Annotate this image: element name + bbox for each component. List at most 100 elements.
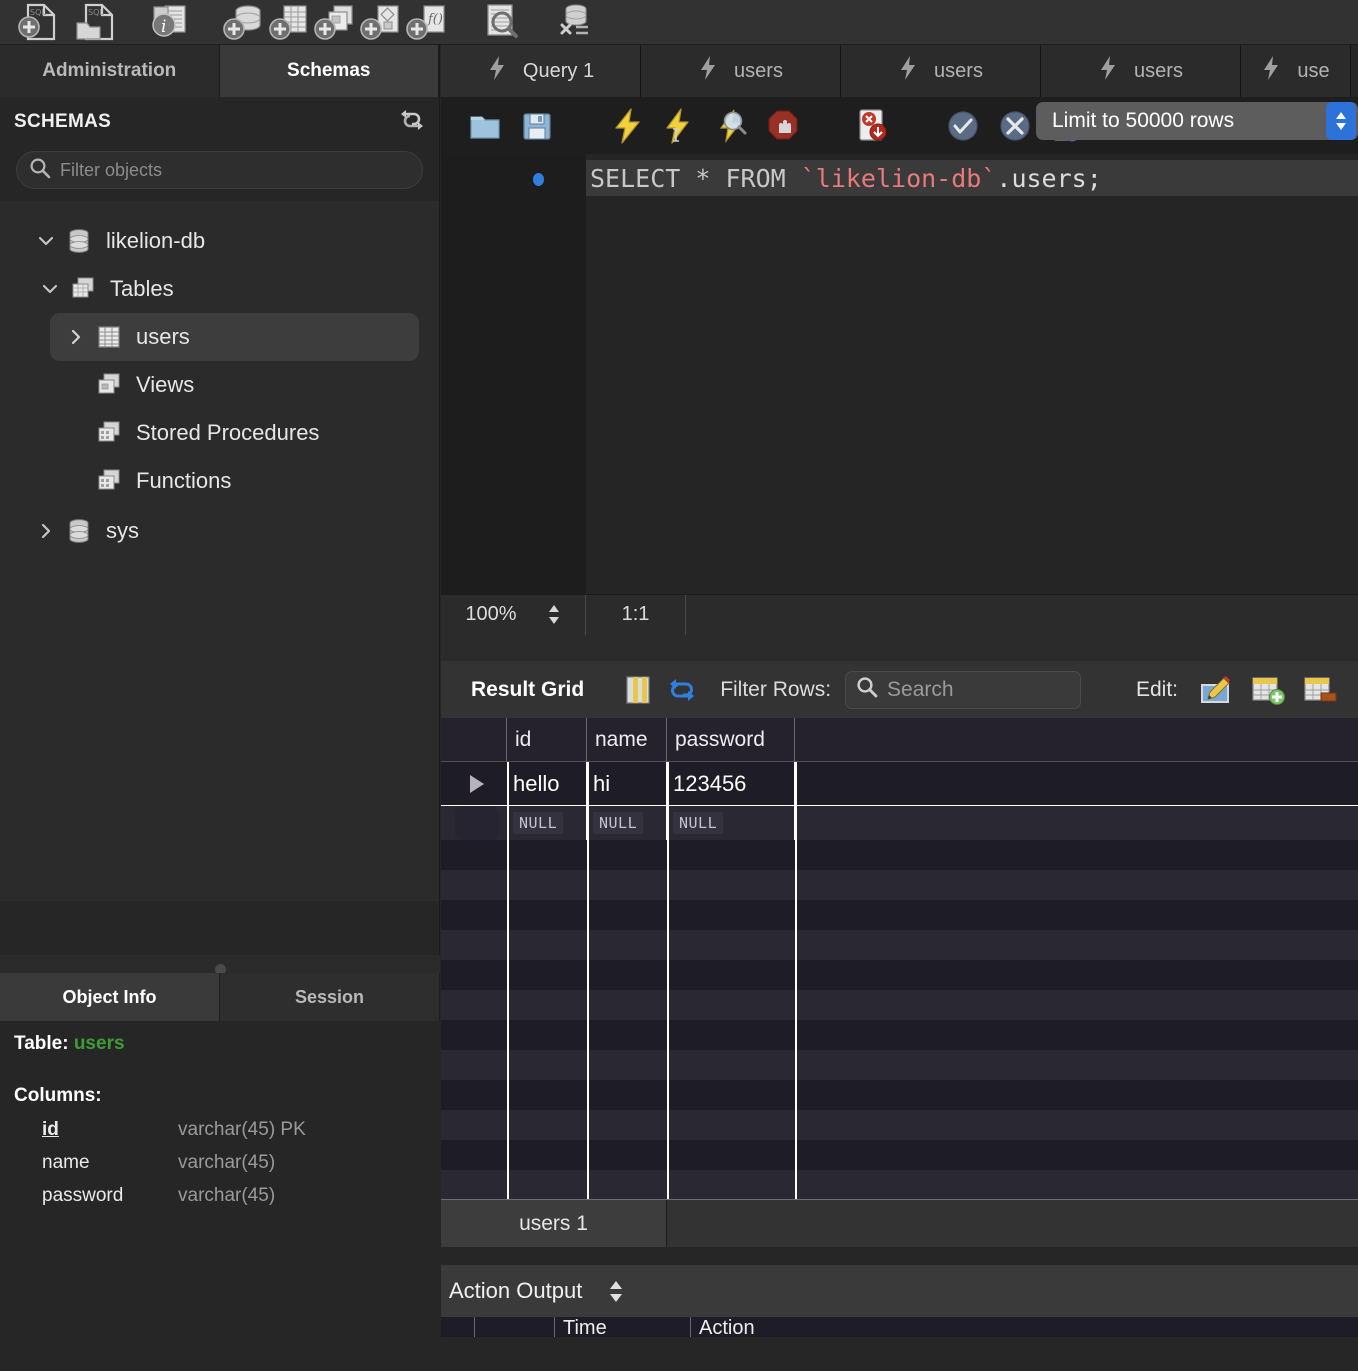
search-data-icon[interactable] <box>478 0 524 44</box>
cell-password-null[interactable]: NULL <box>667 806 795 840</box>
search-icon <box>856 676 878 703</box>
delete-row-icon[interactable] <box>1298 668 1342 712</box>
execute-current-statement-icon[interactable] <box>655 102 703 150</box>
filter-rows-input[interactable] <box>887 677 1159 702</box>
column-divider <box>667 762 669 1199</box>
execute-icon[interactable] <box>603 102 651 150</box>
table-row[interactable]: hello hi 123456 <box>441 762 1358 806</box>
cursor-position-indicator: 1:1 <box>586 594 686 635</box>
action-output-col-action: Action <box>699 1317 755 1337</box>
zoom-level-control[interactable]: 100% <box>441 594 586 635</box>
query-tab-query-1[interactable]: Query 1 <box>441 45 641 97</box>
edit-row-icon[interactable] <box>1194 668 1238 712</box>
open-sql-script-icon[interactable]: SQL <box>72 0 118 44</box>
object-info-table-label: Table: <box>14 1033 69 1054</box>
reconnect-dbms-icon[interactable] <box>552 0 598 44</box>
query-tab-label: users <box>934 59 983 82</box>
create-function-icon[interactable]: f() <box>404 0 450 44</box>
query-tab-users-2[interactable]: users <box>841 45 1041 97</box>
tree-item-stored-procedures[interactable]: Stored Procedures <box>50 409 419 457</box>
insert-row-icon[interactable] <box>1246 668 1290 712</box>
limit-rows-label: Limit to 50000 rows <box>1052 109 1235 132</box>
action-output-stepper[interactable] <box>608 1280 624 1303</box>
chevron-right-icon[interactable] <box>60 328 92 346</box>
cell-id[interactable]: hello <box>507 762 587 805</box>
result-tab-users-1[interactable]: users 1 <box>441 1200 667 1247</box>
tab-schemas[interactable]: Schemas <box>219 45 439 97</box>
folder-functions-icon <box>92 468 126 494</box>
rollback-icon[interactable] <box>991 102 1039 150</box>
grid-header-id[interactable]: id <box>507 718 587 761</box>
database-icon <box>62 517 96 545</box>
tree-item-label: Stored Procedures <box>136 420 320 445</box>
chevron-right-icon[interactable] <box>30 522 62 540</box>
query-tab-users-4[interactable]: use <box>1241 45 1351 97</box>
limit-rows-stepper[interactable] <box>1326 102 1356 140</box>
commit-icon[interactable] <box>939 102 987 150</box>
inspector-icon[interactable]: i <box>146 0 192 44</box>
filter-rows-search-box[interactable] <box>845 670 1159 709</box>
sql-editor-toolbar: Limit to 50000 rows <box>441 97 1358 154</box>
cell-filler <box>795 762 1358 805</box>
result-grid-title: Result Grid <box>471 677 585 701</box>
filter-objects-input[interactable] <box>60 159 410 181</box>
query-tab-users-1[interactable]: users <box>641 45 841 97</box>
empty-row <box>441 1170 1358 1199</box>
cell-name[interactable]: hi <box>587 762 667 805</box>
chevron-down-icon[interactable] <box>34 280 66 298</box>
search-icon <box>29 157 51 184</box>
null-badge: NULL <box>673 812 724 834</box>
tree-item-sys[interactable]: sys <box>20 507 419 555</box>
result-tab-bar: users 1 <box>441 1199 1358 1247</box>
action-output-title: Action Output <box>449 1278 583 1303</box>
refresh-blue-icon[interactable] <box>660 668 704 712</box>
create-table-icon[interactable] <box>266 0 312 44</box>
result-grid-toolbar: Result Grid Filter Rows: Search Edit: <box>441 661 1358 718</box>
tree-item-functions[interactable]: Functions <box>50 457 419 505</box>
grid-header-name[interactable]: name <box>587 718 667 761</box>
grid-view-icon[interactable] <box>616 668 660 712</box>
zoom-stepper-icon[interactable] <box>547 604 561 625</box>
create-procedure-icon[interactable] <box>358 0 404 44</box>
create-view-icon[interactable] <box>312 0 358 44</box>
chevron-down-icon[interactable] <box>30 232 62 250</box>
column-name: id <box>42 1119 59 1140</box>
empty-row <box>441 1020 1358 1050</box>
stop-icon[interactable] <box>759 102 807 150</box>
result-data-grid[interactable]: id name password hello hi 123456 NULL NU… <box>441 718 1358 1199</box>
sql-editor[interactable]: 1 SELECT * FROM `likelion-db`.users; <box>441 154 1358 594</box>
schemas-title: SCHEMAS <box>14 111 112 132</box>
cell-name-null[interactable]: NULL <box>587 806 667 840</box>
tree-item-tables[interactable]: Tables <box>24 265 419 313</box>
tree-item-likelion-db[interactable]: likelion-db <box>20 217 419 265</box>
tree-item-users[interactable]: users <box>50 313 419 361</box>
main-toolbar: SQL SQL i f() <box>0 0 1358 45</box>
grid-header-password[interactable]: password <box>667 718 795 761</box>
new-sql-tab-icon[interactable]: SQL <box>14 0 60 44</box>
filter-objects-box[interactable] <box>16 151 423 189</box>
tree-item-label: sys <box>106 518 139 543</box>
table-row-new[interactable]: NULL NULL NULL <box>441 806 1358 840</box>
create-schema-icon[interactable] <box>220 0 266 44</box>
explain-icon[interactable] <box>707 102 755 150</box>
sql-breakpoint-marker[interactable] <box>533 173 544 186</box>
query-tab-users-3[interactable]: users <box>1041 45 1241 97</box>
open-script-icon[interactable] <box>461 102 509 150</box>
action-output-col-index <box>475 1317 555 1337</box>
refresh-icon[interactable] <box>399 108 425 137</box>
column-name: password <box>42 1185 124 1206</box>
limit-rows-select[interactable]: Limit to 50000 rows <box>1036 102 1358 140</box>
toggle-stop-on-error-icon[interactable] <box>849 102 897 150</box>
sql-statement-line[interactable]: SELECT * FROM `likelion-db` .users; <box>586 160 1358 196</box>
tab-object-info[interactable]: Object Info <box>0 973 220 1021</box>
object-info-table-line: Table: users <box>14 1033 426 1055</box>
tab-administration[interactable]: Administration <box>0 45 220 97</box>
tree-item-views[interactable]: Views <box>50 361 419 409</box>
save-script-icon[interactable] <box>513 102 561 150</box>
column-name: name <box>42 1152 90 1173</box>
sql-plain-part: .users; <box>996 163 1102 193</box>
main-editor-area: Query 1 users users users use Limit to 5… <box>441 45 1358 1371</box>
cell-id-null[interactable]: NULL <box>507 806 587 840</box>
tab-session[interactable]: Session <box>220 973 440 1021</box>
cell-password[interactable]: 123456 <box>667 762 795 805</box>
